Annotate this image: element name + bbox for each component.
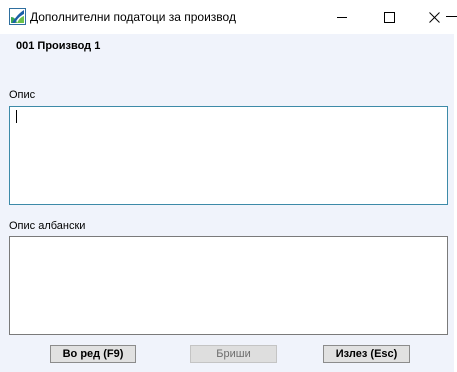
maximize-button[interactable] [366, 0, 412, 34]
exit-button[interactable]: Излез (Esc) [323, 345, 410, 363]
minimize-icon [336, 16, 347, 18]
product-name: 001 Производ 1 [16, 40, 101, 52]
ok-button[interactable]: Во ред (F9) [50, 345, 136, 363]
albanian-description-textarea[interactable] [9, 236, 448, 335]
window-title: Дополнителни податоци за производ [30, 10, 236, 24]
close-button[interactable] [411, 0, 457, 34]
app-logo-icon [9, 8, 26, 25]
minimize-button[interactable] [319, 0, 365, 34]
albanian-description-label: Опис албански [9, 220, 86, 232]
description-label: Опис [9, 89, 36, 101]
close-icon [428, 11, 440, 23]
description-textarea[interactable] [9, 106, 448, 205]
edge-artifact [446, 16, 457, 17]
title-bar[interactable]: Дополнителни податоци за производ [0, 0, 457, 34]
text-caret [16, 110, 17, 123]
dialog-window: Дополнителни податоци за производ 001 Пр… [0, 0, 457, 372]
delete-button[interactable]: Бриши [190, 345, 277, 363]
maximize-icon [383, 11, 395, 23]
dialog-body: 001 Производ 1 Опис Опис албански Во ред… [0, 34, 457, 372]
